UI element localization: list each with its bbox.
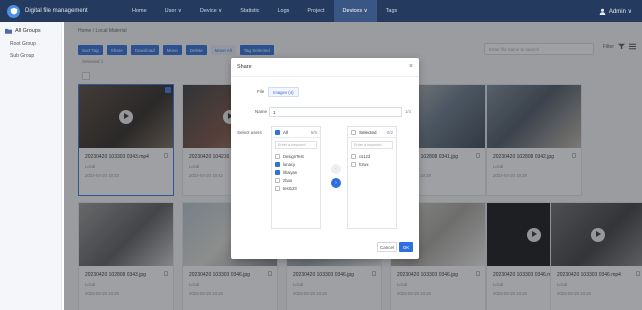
option-checkbox[interactable] (351, 153, 356, 159)
app-brand: Digital file management (25, 8, 88, 14)
nav-project[interactable]: Project (298, 0, 333, 22)
option-checkbox[interactable] (275, 161, 280, 167)
panel-title: All (283, 129, 289, 135)
close-icon[interactable]: × (409, 63, 413, 70)
panel-search-input[interactable]: Enter a keyword (275, 141, 317, 149)
share-dialog: Share × File Images (4) Name 1 1/4 Selec… (231, 58, 419, 259)
nav-statistic[interactable]: Statistic (231, 0, 268, 22)
user-option[interactable]: DesignTest (272, 152, 320, 160)
user-option[interactable]: lunacy (272, 160, 320, 168)
option-checkbox[interactable] (275, 185, 280, 191)
option-checkbox[interactable] (275, 177, 280, 183)
sidebar-header-label: All Groups (15, 28, 41, 34)
option-label: hzwx (359, 161, 369, 167)
panel-title: Selected (359, 129, 377, 135)
user-option[interactable]: hzwx (348, 160, 396, 168)
user-name: Admin ∨ (608, 8, 632, 15)
sidebar-item-root[interactable]: Root Group (0, 38, 61, 50)
dialog-divider (231, 76, 419, 77)
nav-devices[interactable]: Devices ∨ (333, 0, 377, 22)
move-right-button[interactable]: › (331, 178, 341, 188)
dialog-title: Share (237, 64, 252, 70)
option-checkbox[interactable] (275, 153, 280, 159)
app-logo (7, 4, 20, 18)
sidebar-item-sub[interactable]: Sub Group (0, 50, 61, 62)
top-bar: Digital file management Home User ∨ Devi… (0, 0, 642, 22)
option-label: DesignTest (283, 153, 304, 159)
file-tag[interactable]: Images (4) (268, 87, 299, 97)
name-char-count: 1/4 (405, 109, 411, 114)
shield-icon (10, 7, 17, 15)
user-option[interactable]: lihaiyan (272, 168, 320, 176)
panel-search-input[interactable]: Enter a keyword (351, 141, 393, 149)
folder-icon (5, 28, 12, 34)
name-label: Name (255, 109, 268, 114)
nav-home[interactable]: Home (123, 0, 156, 22)
available-users-panel: All 5/5 Enter a keyword DesignTest lunac… (271, 126, 321, 229)
user-option[interactable]: cs123 (348, 152, 396, 160)
selected-users-panel: Selected 0/2 Enter a keyword cs123 hzwx (347, 126, 397, 229)
option-label: lihaiyan (283, 169, 298, 175)
option-label: lunacy (283, 161, 296, 167)
sidebar: All Groups Root Group Sub Group (0, 22, 62, 310)
user-option[interactable]: test123 (272, 184, 320, 192)
user-menu[interactable]: Admin ∨ (599, 0, 632, 22)
file-label: File (257, 89, 265, 94)
option-label: zhao (283, 177, 293, 183)
select-users-label: Select users (237, 130, 262, 135)
option-checkbox[interactable] (275, 169, 280, 175)
nav-logs[interactable]: Logs (268, 0, 298, 22)
user-option[interactable]: zhao (272, 176, 320, 184)
move-left-button[interactable]: ‹ (331, 164, 341, 174)
sidebar-header[interactable]: All Groups (0, 22, 61, 38)
option-label: cs123 (359, 153, 371, 159)
select-all-checkbox[interactable] (351, 129, 356, 135)
main-nav: Home User ∨ Device ∨ Statistic Logs Proj… (123, 0, 406, 22)
select-all-checkbox[interactable] (275, 129, 280, 135)
nav-tags[interactable]: Tags (377, 0, 407, 22)
panel-header: Selected 0/2 (348, 127, 396, 138)
panel-count: 5/5 (310, 129, 317, 135)
option-label: test123 (283, 185, 297, 191)
ok-button[interactable]: OK (399, 242, 413, 252)
nav-device[interactable]: Device ∨ (191, 0, 231, 22)
user-icon (599, 8, 606, 15)
nav-user[interactable]: User ∨ (156, 0, 191, 22)
cancel-button[interactable]: Cancel (377, 242, 397, 252)
option-checkbox[interactable] (351, 161, 356, 167)
panel-header: All 5/5 (272, 127, 320, 138)
panel-count: 0/2 (386, 129, 393, 135)
name-input[interactable]: 1 (269, 107, 402, 117)
